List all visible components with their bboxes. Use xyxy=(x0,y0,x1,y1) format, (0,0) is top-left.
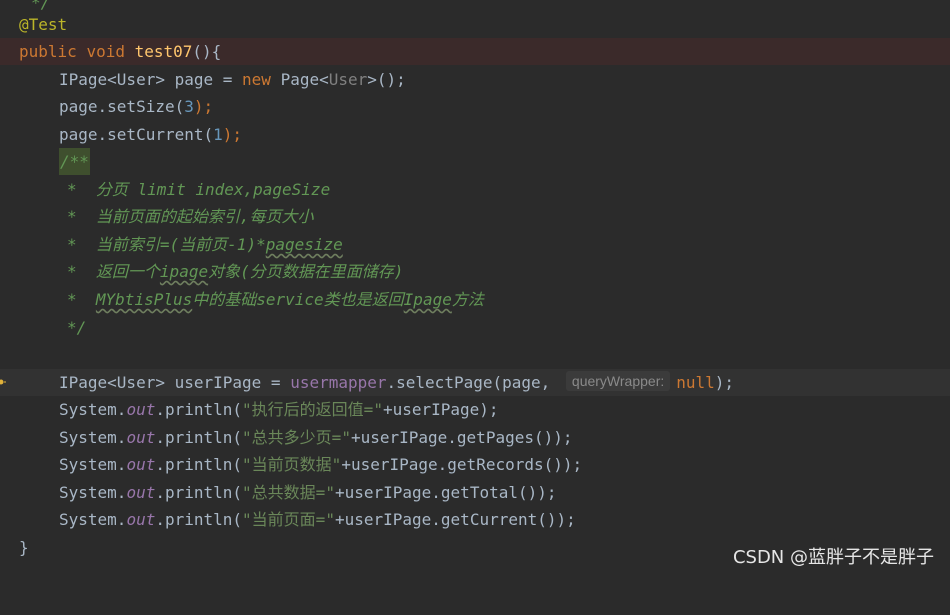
parameter-hint: queryWrapper: xyxy=(565,371,671,391)
doc-comment-line: * 分页 limit index,pageSize xyxy=(67,180,331,199)
code-line[interactable]: page.setSize(3); xyxy=(0,93,950,120)
code-line-method-signature[interactable]: public void test07(){ xyxy=(0,38,950,65)
statement-println: System.out.println("总共数据="+userIPage.get… xyxy=(59,483,557,502)
statement-println: System.out.println("总共多少页="+userIPage.ge… xyxy=(59,428,573,447)
test-annotation: @Test xyxy=(19,15,68,34)
code-line[interactable]: page.setCurrent(1); xyxy=(0,121,950,148)
statement-set-current: page.setCurrent(1); xyxy=(59,125,243,144)
code-line[interactable]: @Test xyxy=(0,11,950,38)
statement-println: System.out.println("当前页数据"+userIPage.get… xyxy=(59,455,583,474)
code-line-current[interactable]: IPage<User> userIPage = usermapper.selec… xyxy=(0,369,950,396)
code-line[interactable]: System.out.println("执行后的返回值="+userIPage)… xyxy=(0,396,950,423)
doc-comment-close: */ xyxy=(67,318,87,337)
code-line[interactable]: * 当前页面的起始索引,每页大小 xyxy=(0,203,950,230)
code-editor[interactable]: */ @Test public void test07(){ IPage<Use… xyxy=(0,0,950,579)
csdn-watermark: CSDN @蓝胖子不是胖子 xyxy=(732,547,934,568)
code-line[interactable]: System.out.println("总共多少页="+userIPage.ge… xyxy=(0,424,950,451)
closing-brace: } xyxy=(19,538,29,557)
doc-comment-line: * 返回一个ipage对象(分页数据在里面储存) xyxy=(67,262,404,281)
statement-set-size: page.setSize(3); xyxy=(59,97,214,116)
code-line[interactable]: System.out.println("总共数据="+userIPage.get… xyxy=(0,479,950,506)
code-line[interactable]: IPage<User> page = new Page<User>(); xyxy=(0,66,950,93)
method-signature: public void test07(){ xyxy=(19,42,222,61)
code-line[interactable]: * 返回一个ipage对象(分页数据在里面储存) xyxy=(0,258,950,285)
statement-println: System.out.println("执行后的返回值="+userIPage)… xyxy=(59,400,499,419)
code-line[interactable]: System.out.println("当前页面="+userIPage.get… xyxy=(0,506,950,533)
doc-comment-open: /** xyxy=(59,148,90,175)
doc-comment-line: * 当前页面的起始索引,每页大小 xyxy=(67,207,314,226)
statement-println: System.out.println("当前页面="+userIPage.get… xyxy=(59,510,576,529)
code-line[interactable]: /** xyxy=(0,148,950,175)
doc-comment-line: * MYbtisPlus中的基础service类也是返回Ipage方法 xyxy=(67,290,484,309)
code-line[interactable]: */ xyxy=(0,314,950,341)
code-line[interactable]: * 分页 limit index,pageSize xyxy=(0,176,950,203)
statement-select-page: IPage<User> userIPage = usermapper.selec… xyxy=(59,371,735,392)
code-line[interactable]: System.out.println("当前页数据"+userIPage.get… xyxy=(0,451,950,478)
code-line[interactable]: * 当前索引=(当前页-1)*pagesize xyxy=(0,231,950,258)
code-line[interactable]: * MYbtisPlus中的基础service类也是返回Ipage方法 xyxy=(0,286,950,313)
statement-new-page: IPage<User> page = new Page<User>(); xyxy=(59,70,406,89)
doc-comment-line: * 当前索引=(当前页-1)*pagesize xyxy=(67,235,343,254)
bulb-icon[interactable] xyxy=(0,370,6,392)
